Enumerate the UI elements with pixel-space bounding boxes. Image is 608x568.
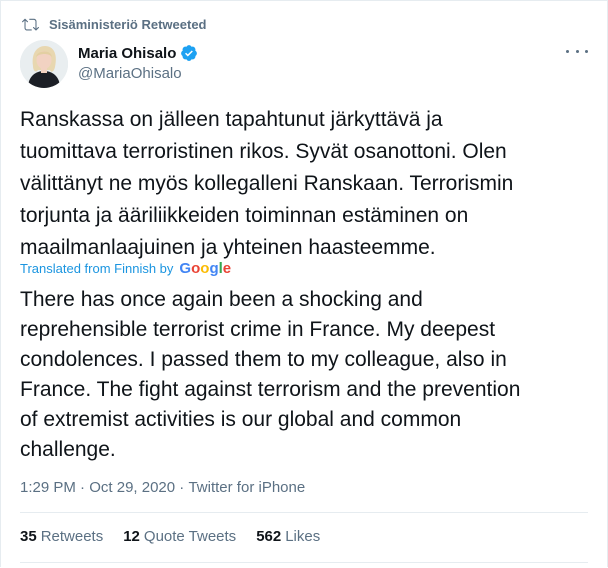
tweet-meta: 1:29 PM · Oct 29, 2020 · Twitter for iPh… xyxy=(20,479,305,497)
avatar-image xyxy=(20,40,68,88)
quote-tweets-stat[interactable]: 12 Quote Tweets xyxy=(123,528,236,548)
tweet-time[interactable]: 1:29 PM xyxy=(20,479,76,497)
divider xyxy=(20,562,588,563)
more-dot xyxy=(585,49,588,53)
divider xyxy=(20,512,588,513)
retweet-icon xyxy=(22,18,39,30)
author-name[interactable]: Maria Ohisalo xyxy=(78,45,176,62)
likes-stat[interactable]: 562 Likes xyxy=(256,528,320,548)
author-handle[interactable]: @MariaOhisalo xyxy=(78,65,198,82)
more-dot xyxy=(566,49,569,53)
meta-separator: · xyxy=(175,479,189,496)
quote-tweets-count: 12 xyxy=(123,528,140,545)
likes-count: 562 xyxy=(256,528,282,545)
retweets-label: Retweets xyxy=(40,528,104,545)
tweet-date[interactable]: Oct 29, 2020 xyxy=(89,479,175,497)
retweet-context-label: Sisäministeriö Retweeted xyxy=(49,16,207,32)
tweet-stats: 35 Retweets 12 Quote Tweets 562 Likes xyxy=(20,528,320,548)
translated-label: Translated from Finnish by xyxy=(20,260,174,276)
likes-label: Likes xyxy=(285,528,321,545)
more-dot xyxy=(575,49,579,53)
tweet-source[interactable]: Twitter for iPhone xyxy=(188,479,305,497)
author-block[interactable]: Maria Ohisalo @MariaOhisalo xyxy=(78,43,198,82)
google-logo: Google xyxy=(179,259,232,277)
translation-attribution[interactable]: Translated from Finnish by Google xyxy=(20,259,231,277)
retweets-count: 35 xyxy=(20,528,37,545)
quote-tweets-label: Quote Tweets xyxy=(143,528,237,545)
translated-tweet-text: There has once again been a shocking and… xyxy=(20,288,521,461)
tweet-text: Ranskassa on jälleen tapahtunut järkyttä… xyxy=(20,108,514,259)
retweets-stat[interactable]: 35 Retweets xyxy=(20,528,103,548)
verified-badge-icon xyxy=(180,44,198,62)
retweet-context[interactable]: Sisäministeriö Retweeted xyxy=(22,14,207,34)
avatar[interactable] xyxy=(20,40,68,88)
meta-separator: · xyxy=(75,479,90,496)
more-icon[interactable] xyxy=(566,44,588,58)
